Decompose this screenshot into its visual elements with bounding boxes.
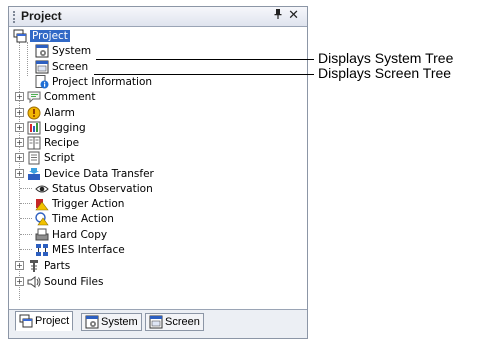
tree-item-system[interactable]: System <box>35 43 91 58</box>
tree-connector <box>27 42 28 76</box>
comment-icon <box>27 91 41 103</box>
tree-item-label: Status Observation <box>52 182 153 195</box>
expand-toggle[interactable]: + <box>15 277 24 286</box>
clock-warning-icon <box>35 211 49 225</box>
tree-item-alarm[interactable]: Alarm <box>27 105 75 120</box>
screen-icon <box>35 60 49 73</box>
system-icon <box>85 315 99 329</box>
tree-item-recipe[interactable]: Recipe <box>27 135 79 150</box>
tree-item-label: Time Action <box>52 212 114 225</box>
trigger-icon <box>35 198 49 210</box>
tree-item-script[interactable]: Script <box>27 150 74 165</box>
tree-item-label: Logging <box>44 121 86 134</box>
tree-item-status-observation[interactable]: Status Observation <box>35 181 153 196</box>
panel-titlebar[interactable]: Project ✕ <box>9 7 307 27</box>
tree-item-device-data-transfer[interactable]: Device Data Transfer <box>27 166 154 181</box>
expand-toggle[interactable]: + <box>15 123 24 132</box>
tree-connector <box>20 188 32 189</box>
tree-item-label: Comment <box>44 90 96 103</box>
tree-item-hard-copy[interactable]: Hard Copy <box>35 227 107 242</box>
tree-item-project-information[interactable]: Project Information <box>35 74 152 89</box>
tree-item-screen[interactable]: Screen <box>35 59 88 74</box>
system-icon <box>35 44 49 57</box>
tree-item-label: System <box>52 44 92 57</box>
expand-toggle[interactable]: + <box>15 138 24 147</box>
tree-item-label: Sound Files <box>44 275 104 288</box>
expand-toggle[interactable]: + <box>15 108 24 117</box>
tree-connector <box>20 249 32 250</box>
logging-icon <box>27 121 41 134</box>
speaker-icon <box>27 275 41 288</box>
pin-icon[interactable] <box>273 8 283 23</box>
expand-toggle[interactable]: + <box>15 92 24 101</box>
tree-item-label: Screen <box>52 60 89 73</box>
tree-connector <box>20 203 32 204</box>
screen-icon <box>149 315 163 329</box>
tree-item-time-action[interactable]: Time Action <box>35 211 114 226</box>
project-panel: Project ✕ Project System Screen Project … <box>8 6 308 339</box>
tree-item-label: Recipe <box>44 136 80 149</box>
panel-tab-bar: Project System Screen <box>9 309 307 338</box>
expand-toggle[interactable]: + <box>15 153 24 162</box>
tree-root-project[interactable]: Project <box>13 28 70 43</box>
panel-title: Project <box>21 9 62 23</box>
drag-grip-icon[interactable] <box>13 11 17 23</box>
network-icon <box>36 243 48 256</box>
tree-item-parts[interactable]: Parts <box>27 258 70 273</box>
tree-connector <box>20 218 32 219</box>
tab-system[interactable]: System <box>81 313 142 331</box>
tree-item-label: MES Interface <box>52 243 125 256</box>
callout-system-tree: Displays System Tree <box>318 50 454 66</box>
tree-root-label: Project <box>30 29 70 42</box>
device-transfer-icon <box>28 167 40 180</box>
tab-label: Screen <box>165 316 200 328</box>
tab-label: System <box>101 316 138 328</box>
tab-project[interactable]: Project <box>15 311 74 331</box>
recipe-icon <box>27 136 41 149</box>
eye-icon <box>35 185 49 192</box>
expand-toggle[interactable]: + <box>15 169 24 178</box>
callout-leader-screen <box>94 74 314 75</box>
tree-item-comment[interactable]: Comment <box>27 89 95 104</box>
tree-item-label: Device Data Transfer <box>44 167 154 180</box>
printer-icon <box>35 228 49 240</box>
tree-connector <box>20 234 32 235</box>
alarm-icon <box>27 106 41 119</box>
tree-item-label: Alarm <box>44 106 75 119</box>
tree-item-trigger-action[interactable]: Trigger Action <box>35 196 124 211</box>
info-icon <box>35 74 49 88</box>
tab-label: Project <box>35 315 70 327</box>
tree-item-logging[interactable]: Logging <box>27 120 86 135</box>
callout-leader-system <box>96 59 314 60</box>
project-folder-icon <box>13 29 27 42</box>
close-icon[interactable]: ✕ <box>288 8 299 23</box>
parts-icon <box>30 259 38 272</box>
expand-toggle[interactable]: + <box>15 261 24 270</box>
script-icon <box>28 151 40 164</box>
tree-item-label: Project Information <box>52 75 153 88</box>
callout-screen-tree: Displays Screen Tree <box>318 65 452 81</box>
tree-item-label: Trigger Action <box>52 197 125 210</box>
tree-item-label: Parts <box>44 259 71 272</box>
tree-item-sound-files[interactable]: Sound Files <box>27 274 103 289</box>
project-folder-icon <box>19 314 33 328</box>
tree-item-label: Script <box>44 151 75 164</box>
project-tree: Project System Screen Project Informatio… <box>9 28 307 310</box>
tree-item-label: Hard Copy <box>52 228 108 241</box>
tree-item-mes-interface[interactable]: MES Interface <box>35 242 125 257</box>
tab-screen[interactable]: Screen <box>145 313 204 331</box>
